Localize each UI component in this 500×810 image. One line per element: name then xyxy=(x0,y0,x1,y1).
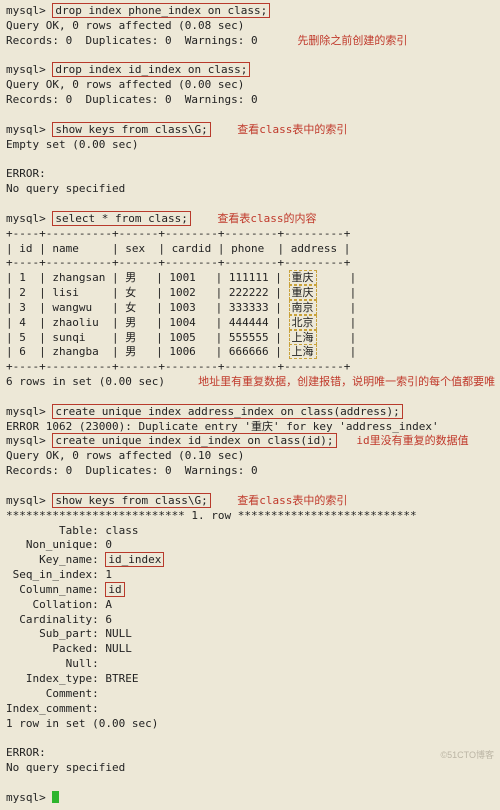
annotation-view-table: 查看表class的内容 xyxy=(217,212,316,225)
address-cell: 上海 xyxy=(289,330,317,345)
starline: *************************** 1. row *****… xyxy=(6,509,494,524)
cmd-select-class: select * from class; xyxy=(52,211,190,226)
key-name-value: id_index xyxy=(105,552,164,567)
cmd-line-show-keys: mysql> show keys from class\G; 查看class表中… xyxy=(6,123,494,138)
blank-line xyxy=(6,108,494,123)
table-row: | 2 | lisi | 女 | 1002 | 222222 | 重庆 | xyxy=(6,286,494,301)
result-line: Records: 0 Duplicates: 0 Warnings: 0 先删除… xyxy=(6,34,494,49)
cmd-line-show-keys2: mysql> show keys from class\G; 查看class表中… xyxy=(6,494,494,509)
cmd-line-create-id: mysql> create unique index id_index on c… xyxy=(6,434,494,449)
result-line: Empty set (0.00 sec) xyxy=(6,138,494,153)
mysql-prompt: mysql> xyxy=(6,4,46,17)
annotation-duplicate-addr: 地址里有重复数据，创建报错，说明唯一索引的每个值都要唯 xyxy=(198,375,495,388)
annotation-view-keys2: 查看class表中的索引 xyxy=(237,494,347,507)
error-line: ERROR 1062 (23000): Duplicate entry '重庆'… xyxy=(6,420,494,435)
field-line: Table: class xyxy=(6,524,494,539)
field-line: Non_unique: 0 xyxy=(6,538,494,553)
error-line: ERROR: xyxy=(6,746,494,761)
result-line: Query OK, 0 rows affected (0.00 sec) xyxy=(6,78,494,93)
cmd-show-keys: show keys from class\G; xyxy=(52,122,210,137)
annotation-delete-first: 先删除之前创建的索引 xyxy=(297,34,407,47)
error-line: No query specified xyxy=(6,761,494,776)
annotation-id-no-dup: id里没有重复的数据值 xyxy=(356,434,468,447)
blank-line xyxy=(6,479,494,494)
table-row: | 1 | zhangsan | 男 | 1001 | 111111 | 重庆 … xyxy=(6,271,494,286)
address-cell: 南京 xyxy=(289,300,317,315)
table-footer: 6 rows in set (0.00 sec) 地址里有重复数据，创建报错，说… xyxy=(6,375,494,390)
cmd-line-select: mysql> select * from class; 查看表class的内容 xyxy=(6,212,494,227)
table-header: | id | name | sex | cardid | phone | add… xyxy=(6,242,494,257)
result-line: Records: 0 Duplicates: 0 Warnings: 0 xyxy=(6,93,494,108)
field-line: Collation: A xyxy=(6,598,494,613)
column-name-value: id xyxy=(105,582,124,597)
address-cell: 重庆 xyxy=(289,270,317,285)
table-row: | 4 | zhaoliu | 男 | 1004 | 444444 | 北京 | xyxy=(6,316,494,331)
field-line: Null: xyxy=(6,657,494,672)
cmd-drop-id-index: drop index id_index on class; xyxy=(52,62,250,77)
field-line: Index_type: BTREE xyxy=(6,672,494,687)
cursor-icon xyxy=(52,791,59,803)
table-border: +----+----------+------+--------+-------… xyxy=(6,227,494,242)
error-line: ERROR: xyxy=(6,167,494,182)
result-line: Query OK, 0 rows affected (0.10 sec) xyxy=(6,449,494,464)
table-row: | 5 | sunqi | 男 | 1005 | 555555 | 上海 | xyxy=(6,331,494,346)
cmd-create-id-index: create unique index id_index on class(id… xyxy=(52,433,336,448)
error-line: No query specified xyxy=(6,182,494,197)
field-line: Key_name: id_index xyxy=(6,553,494,568)
field-line: Seq_in_index: 1 xyxy=(6,568,494,583)
cmd-line-create-addr: mysql> create unique index address_index… xyxy=(6,405,494,420)
field-line: Comment: xyxy=(6,687,494,702)
result-line: Records: 0 Duplicates: 0 Warnings: 0 xyxy=(6,464,494,479)
blank-line xyxy=(6,152,494,167)
cmd-line-drop-phone: mysql> drop index phone_index on class; xyxy=(6,4,494,19)
blank-line xyxy=(6,49,494,64)
blank-line xyxy=(6,390,494,405)
field-line: Sub_part: NULL xyxy=(6,627,494,642)
result-line: 1 row in set (0.00 sec) xyxy=(6,717,494,732)
address-cell: 上海 xyxy=(289,344,317,359)
address-cell: 北京 xyxy=(289,315,317,330)
blank-line xyxy=(6,197,494,212)
address-cell: 重庆 xyxy=(289,285,317,300)
cmd-line-drop-id: mysql> drop index id_index on class; xyxy=(6,63,494,78)
table-row: | 6 | zhangba | 男 | 1006 | 666666 | 上海 | xyxy=(6,345,494,360)
prompt-line[interactable]: mysql> xyxy=(6,791,494,806)
table-border: +----+----------+------+--------+-------… xyxy=(6,360,494,375)
result-line: Query OK, 0 rows affected (0.08 sec) xyxy=(6,19,494,34)
cmd-show-keys2: show keys from class\G; xyxy=(52,493,210,508)
field-line: Index_comment: xyxy=(6,702,494,717)
field-line: Packed: NULL xyxy=(6,642,494,657)
table-border: +----+----------+------+--------+-------… xyxy=(6,256,494,271)
field-line: Column_name: id xyxy=(6,583,494,598)
table-row: | 3 | wangwu | 女 | 1003 | 333333 | 南京 | xyxy=(6,301,494,316)
cmd-drop-phone-index: drop index phone_index on class; xyxy=(52,3,270,18)
field-line: Cardinality: 6 xyxy=(6,613,494,628)
blank-line xyxy=(6,776,494,791)
cmd-create-address-index: create unique index address_index on cla… xyxy=(52,404,402,419)
watermark: ©51CTO博客 xyxy=(441,749,494,761)
blank-line xyxy=(6,731,494,746)
annotation-view-keys: 查看class表中的索引 xyxy=(237,123,347,136)
